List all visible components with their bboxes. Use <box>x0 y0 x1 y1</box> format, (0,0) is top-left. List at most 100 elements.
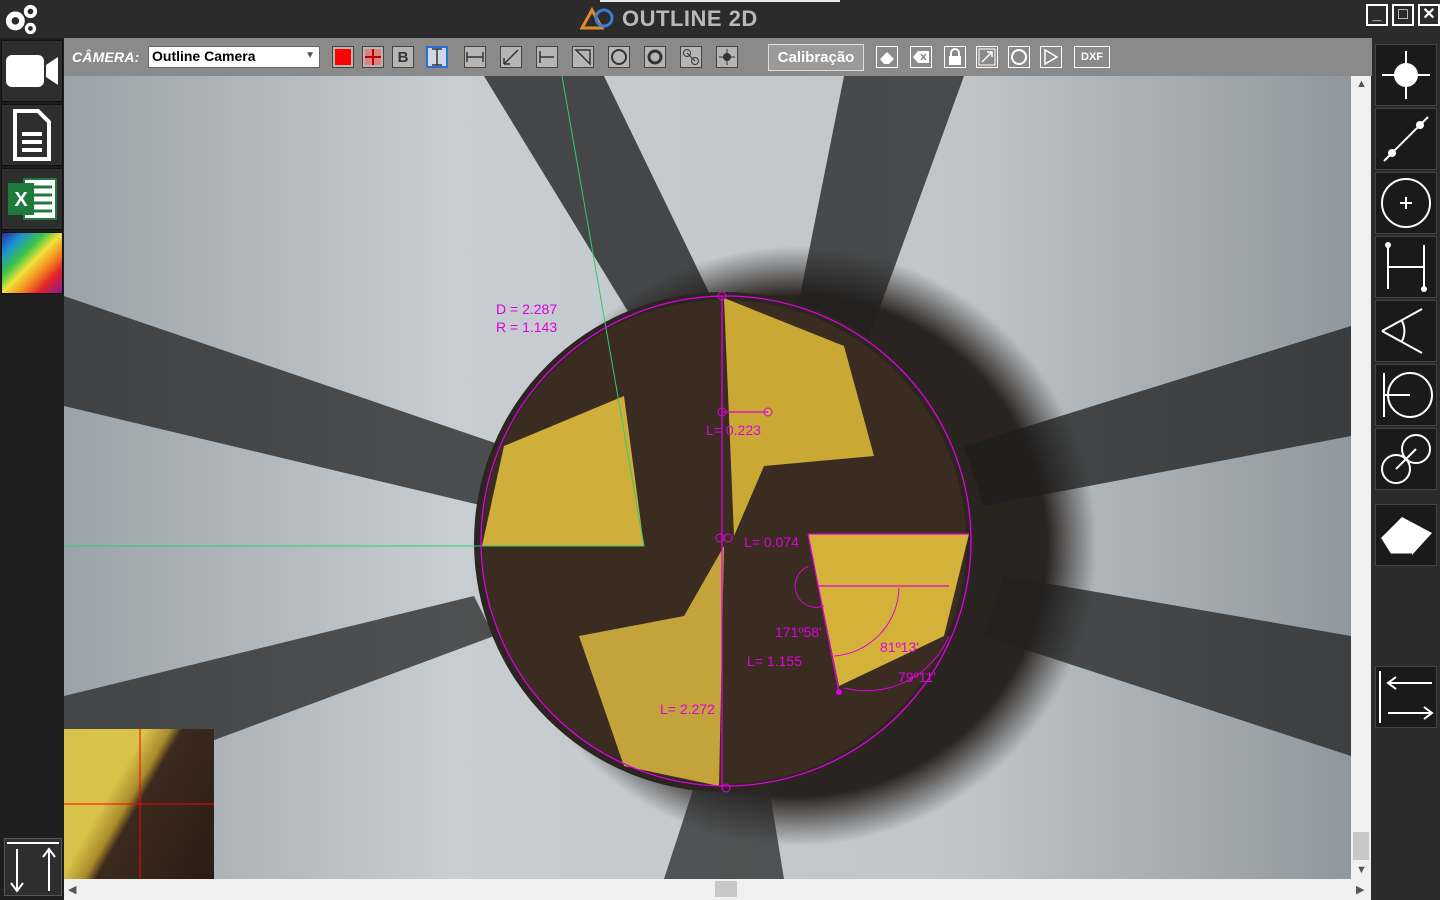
two-circles-icon <box>683 49 699 65</box>
angle-label-171: 171º58' <box>775 624 822 640</box>
radius-label: R = 1.143 <box>496 319 557 335</box>
point-tool-button[interactable] <box>1375 44 1437 106</box>
color-picker-button[interactable] <box>332 46 354 68</box>
circle-radius-icon <box>1383 372 1433 418</box>
diameter-label: D = 2.287 <box>496 301 557 317</box>
eraser-icon <box>880 52 894 64</box>
measure-point <box>836 689 842 695</box>
calibration-button[interactable]: Calibração <box>768 44 864 71</box>
settings-gear-icon[interactable] <box>2 2 40 36</box>
circle-distance-tool[interactable] <box>680 46 702 68</box>
circle-center-icon <box>1381 178 1431 228</box>
expand-button[interactable] <box>976 46 998 68</box>
bold-text-button[interactable]: B <box>392 46 414 68</box>
vertical-scroll-thumb[interactable] <box>1353 832 1369 860</box>
scroll-down-icon[interactable]: ▼ <box>1356 864 1367 876</box>
title-bar: OUTLINE 2D _ □ ✕ <box>0 0 1440 38</box>
zoom-inset <box>64 729 214 879</box>
report-button[interactable] <box>1 104 63 166</box>
eraser-button[interactable] <box>876 46 898 68</box>
app-title: OUTLINE 2D <box>580 4 758 34</box>
line-point-icon <box>539 51 554 63</box>
camera-label: CÂMERA: <box>72 49 140 65</box>
line-point-tool[interactable] <box>536 46 558 68</box>
length-label-0223: L= 0.223 <box>706 422 761 438</box>
dxf-export-button[interactable]: DXF <box>1074 46 1110 68</box>
horizontal-distance-tool[interactable] <box>464 46 486 68</box>
lock-icon <box>949 48 961 65</box>
angle-label-81: 81º13' <box>880 639 919 655</box>
two-circles-button[interactable] <box>1375 428 1437 490</box>
delete-button[interactable] <box>910 46 932 68</box>
left-sidebar: X <box>0 38 64 900</box>
excel-export-button[interactable]: X <box>1 168 63 230</box>
title-accent-line <box>600 0 840 2</box>
camera-select-value: Outline Camera <box>152 48 256 64</box>
expand-diagonal-icon <box>978 48 996 66</box>
diagonal-measure-icon <box>503 49 519 65</box>
camera-select[interactable]: Outline Camera ▼ <box>148 46 320 68</box>
minimize-button[interactable]: _ <box>1366 4 1388 26</box>
scroll-right-icon[interactable]: ▶ <box>1356 883 1364 896</box>
app-title-text: OUTLINE 2D <box>622 6 758 31</box>
horizontal-arrows-icon <box>1379 671 1434 723</box>
vertical-scrollbar[interactable]: ▲ ▼ <box>1351 76 1371 879</box>
crosshair-toggle-button[interactable] <box>362 46 384 68</box>
dxf-label: DXF <box>1081 51 1103 63</box>
bold-icon: B <box>397 48 409 66</box>
toolbar: CÂMERA: Outline Camera ▼ B Calibração DX… <box>64 38 1372 76</box>
center-point-icon <box>719 49 735 65</box>
diagonal-distance-tool[interactable] <box>500 46 522 68</box>
circle-tool[interactable] <box>608 46 630 68</box>
angle-icon <box>574 49 591 66</box>
vertical-distance-tool[interactable] <box>426 46 448 68</box>
eraser-tool-button[interactable] <box>1375 504 1437 566</box>
maximize-button[interactable]: □ <box>1392 4 1414 26</box>
calibration-label: Calibração <box>777 49 855 66</box>
circle-three-point-tool[interactable] <box>644 46 666 68</box>
horizontal-scrollbar[interactable]: ◀ ▶ <box>64 879 1371 900</box>
svg-text:X: X <box>14 189 28 211</box>
close-icon: ✕ <box>1422 6 1436 23</box>
crosshair-icon <box>365 49 381 65</box>
center-point-icon <box>1382 51 1430 99</box>
circle-tool-button[interactable] <box>1375 172 1437 234</box>
two-circles-icon <box>1381 434 1431 484</box>
line-tool-button[interactable] <box>1375 108 1437 170</box>
flip-vertical-button[interactable] <box>4 838 62 896</box>
excel-icon: X <box>8 178 57 220</box>
angle-arc-icon <box>1381 308 1423 354</box>
red-color-swatch-icon <box>335 49 351 65</box>
diagonal-line-icon <box>1383 116 1429 162</box>
scroll-left-icon[interactable]: ◀ <box>68 883 76 896</box>
close-button[interactable]: ✕ <box>1418 4 1440 26</box>
angle-label-79: 79º11' <box>898 669 936 685</box>
center-point-tool[interactable] <box>716 46 738 68</box>
camera-button[interactable] <box>1 40 63 102</box>
angle-tool[interactable] <box>572 46 594 68</box>
vertical-arrows-icon <box>7 842 59 893</box>
circle-icon <box>611 49 627 65</box>
color-palette-button[interactable] <box>1 232 63 294</box>
flip-horizontal-button[interactable] <box>1375 666 1437 728</box>
circle-fit-button[interactable] <box>1008 46 1030 68</box>
zoom-crosshair-icon <box>64 729 214 879</box>
scroll-up-icon[interactable]: ▲ <box>1356 78 1367 90</box>
distance-tool-button[interactable] <box>1375 236 1437 298</box>
measurement-overlay: D = 2.287 R = 1.143 L= 0.223 L= 0.074 17… <box>64 76 1351 879</box>
circle-three-point-icon <box>647 49 663 65</box>
length-label-2272: L= 2.272 <box>660 701 715 717</box>
camera-viewport[interactable]: D = 2.287 R = 1.143 L= 0.223 L= 0.074 17… <box>64 76 1351 879</box>
maximize-icon: □ <box>1398 6 1408 23</box>
length-label-0074: L= 0.074 <box>744 534 799 550</box>
angle-tool-button[interactable] <box>1375 300 1437 362</box>
lock-button[interactable] <box>944 46 966 68</box>
circle-outline-icon <box>1011 49 1027 65</box>
eraser-icon <box>1378 517 1432 557</box>
play-button[interactable] <box>1040 46 1062 68</box>
vertical-measure-icon <box>432 48 442 66</box>
circle-distance-button[interactable] <box>1375 364 1437 426</box>
chevron-down-icon: ▼ <box>305 50 315 61</box>
backspace-icon <box>913 51 929 63</box>
horizontal-scroll-thumb[interactable] <box>715 881 737 897</box>
